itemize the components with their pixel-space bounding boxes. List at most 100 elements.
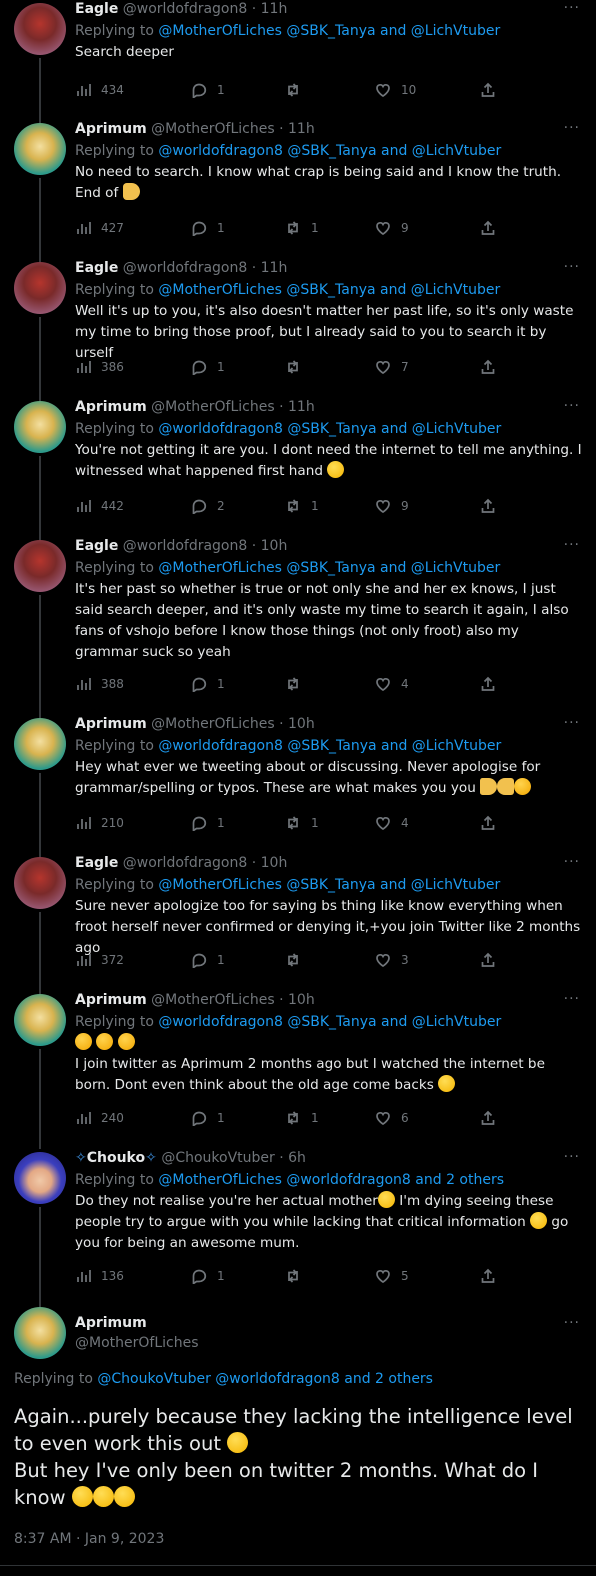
- views-button[interactable]: 372: [75, 950, 124, 970]
- avatar[interactable]: [14, 857, 66, 909]
- views-button[interactable]: 136: [75, 1266, 124, 1286]
- timestamp[interactable]: 10h: [261, 855, 288, 871]
- share-button[interactable]: [480, 1266, 496, 1286]
- reply-mentions[interactable]: @MotherOfLiches @SBK_Tanya and @LichVtub…: [158, 282, 500, 298]
- reply-button[interactable]: 1: [191, 357, 225, 377]
- views-button[interactable]: 386: [75, 357, 124, 377]
- share-button[interactable]: [480, 1108, 496, 1128]
- display-name[interactable]: Aprimum: [75, 716, 147, 732]
- retweet-button[interactable]: 1: [285, 496, 319, 516]
- reply-mentions[interactable]: @worldofdragon8 @SBK_Tanya and @LichVtub…: [158, 421, 501, 437]
- reply-mentions[interactable]: @ChoukoVtuber @worldofdragon8 and 2 othe…: [97, 1371, 433, 1387]
- handle[interactable]: @MotherOfLiches: [75, 1333, 199, 1353]
- display-name[interactable]: Eagle: [75, 855, 118, 871]
- like-button[interactable]: 9: [375, 496, 409, 516]
- share-button[interactable]: [480, 218, 496, 238]
- more-options-icon[interactable]: ···: [564, 1315, 580, 1331]
- retweet-button[interactable]: 1: [285, 1108, 319, 1128]
- more-options-icon[interactable]: ···: [564, 120, 580, 136]
- avatar[interactable]: [14, 994, 66, 1046]
- timestamp[interactable]: 11h: [288, 399, 315, 415]
- like-button[interactable]: 4: [375, 813, 409, 833]
- share-button[interactable]: [480, 813, 496, 833]
- handle[interactable]: @MotherOfLiches: [151, 992, 275, 1008]
- reply-mentions[interactable]: @MotherOfLiches @SBK_Tanya and @LichVtub…: [158, 23, 500, 39]
- handle[interactable]: @MotherOfLiches: [151, 121, 275, 137]
- handle[interactable]: @MotherOfLiches: [151, 399, 275, 415]
- more-options-icon[interactable]: ···: [564, 537, 580, 553]
- reply-button[interactable]: 1: [191, 950, 225, 970]
- timestamp[interactable]: 10h: [261, 538, 288, 554]
- share-button[interactable]: [480, 674, 496, 694]
- retweet-button[interactable]: [285, 674, 311, 694]
- share-button[interactable]: [480, 80, 496, 100]
- handle[interactable]: @worldofdragon8: [123, 538, 248, 554]
- more-options-icon[interactable]: ···: [564, 1149, 580, 1165]
- display-name[interactable]: Eagle: [75, 538, 118, 554]
- views-button[interactable]: 442: [75, 496, 124, 516]
- views-button[interactable]: 427: [75, 218, 124, 238]
- reply-mentions[interactable]: @MotherOfLiches @SBK_Tanya and @LichVtub…: [158, 877, 500, 893]
- handle[interactable]: @worldofdragon8: [123, 1, 248, 17]
- views-button[interactable]: 434: [75, 80, 124, 100]
- avatar[interactable]: [14, 401, 66, 453]
- avatar[interactable]: [14, 1307, 66, 1359]
- avatar[interactable]: [14, 123, 66, 175]
- display-name[interactable]: Aprimum: [75, 121, 147, 137]
- retweet-button[interactable]: 1: [285, 813, 319, 833]
- timestamp[interactable]: 10h: [288, 992, 315, 1008]
- avatar[interactable]: [14, 262, 66, 314]
- like-button[interactable]: 7: [375, 357, 409, 377]
- more-options-icon[interactable]: ···: [564, 0, 580, 16]
- display-name[interactable]: Aprimum: [75, 399, 147, 415]
- reply-button[interactable]: 2: [191, 496, 225, 516]
- like-button[interactable]: 9: [375, 218, 409, 238]
- like-button[interactable]: 6: [375, 1108, 409, 1128]
- timestamp[interactable]: 11h: [288, 121, 315, 137]
- reply-button[interactable]: 1: [191, 1266, 225, 1286]
- reply-button[interactable]: 1: [191, 674, 225, 694]
- display-name[interactable]: Eagle: [75, 260, 118, 276]
- tweet-timestamp[interactable]: 8:37 AM · Jan 9, 2023: [14, 1531, 164, 1547]
- share-button[interactable]: [480, 950, 496, 970]
- reply-mentions[interactable]: @MotherOfLiches @worldofdragon8 and 2 ot…: [158, 1172, 504, 1188]
- views-button[interactable]: 388: [75, 674, 124, 694]
- reply-button[interactable]: 1: [191, 80, 225, 100]
- reply-mentions[interactable]: @worldofdragon8 @SBK_Tanya and @LichVtub…: [158, 1014, 501, 1030]
- retweet-button[interactable]: [285, 357, 311, 377]
- retweet-button[interactable]: [285, 1266, 311, 1286]
- avatar[interactable]: [14, 540, 66, 592]
- avatar[interactable]: [14, 3, 66, 55]
- timestamp[interactable]: 11h: [261, 260, 288, 276]
- handle[interactable]: @ChoukoVtuber: [161, 1150, 274, 1166]
- like-button[interactable]: 10: [375, 80, 416, 100]
- retweet-button[interactable]: [285, 80, 311, 100]
- like-button[interactable]: 5: [375, 1266, 409, 1286]
- avatar[interactable]: [14, 1152, 66, 1204]
- retweet-button[interactable]: 1: [285, 218, 319, 238]
- timestamp[interactable]: 10h: [288, 716, 315, 732]
- reply-button[interactable]: 1: [191, 813, 225, 833]
- timestamp[interactable]: 6h: [288, 1150, 306, 1166]
- views-button[interactable]: 210: [75, 813, 124, 833]
- like-button[interactable]: 4: [375, 674, 409, 694]
- more-options-icon[interactable]: ···: [564, 991, 580, 1007]
- reply-mentions[interactable]: @MotherOfLiches @SBK_Tanya and @LichVtub…: [158, 560, 500, 576]
- reply-button[interactable]: 1: [191, 218, 225, 238]
- share-button[interactable]: [480, 496, 496, 516]
- timestamp[interactable]: 11h: [261, 1, 288, 17]
- more-options-icon[interactable]: ···: [564, 715, 580, 731]
- share-button[interactable]: [480, 357, 496, 377]
- reply-mentions[interactable]: @worldofdragon8 @SBK_Tanya and @LichVtub…: [158, 738, 501, 754]
- display-name[interactable]: Eagle: [75, 1, 118, 17]
- views-button[interactable]: 240: [75, 1108, 124, 1128]
- avatar[interactable]: [14, 718, 66, 770]
- display-name[interactable]: Aprimum: [75, 992, 147, 1008]
- reply-mentions[interactable]: @worldofdragon8 @SBK_Tanya and @LichVtub…: [158, 143, 501, 159]
- more-options-icon[interactable]: ···: [564, 398, 580, 414]
- handle[interactable]: @worldofdragon8: [123, 855, 248, 871]
- handle[interactable]: @worldofdragon8: [123, 260, 248, 276]
- more-options-icon[interactable]: ···: [564, 259, 580, 275]
- display-name[interactable]: Aprimum: [75, 1313, 199, 1333]
- handle[interactable]: @MotherOfLiches: [151, 716, 275, 732]
